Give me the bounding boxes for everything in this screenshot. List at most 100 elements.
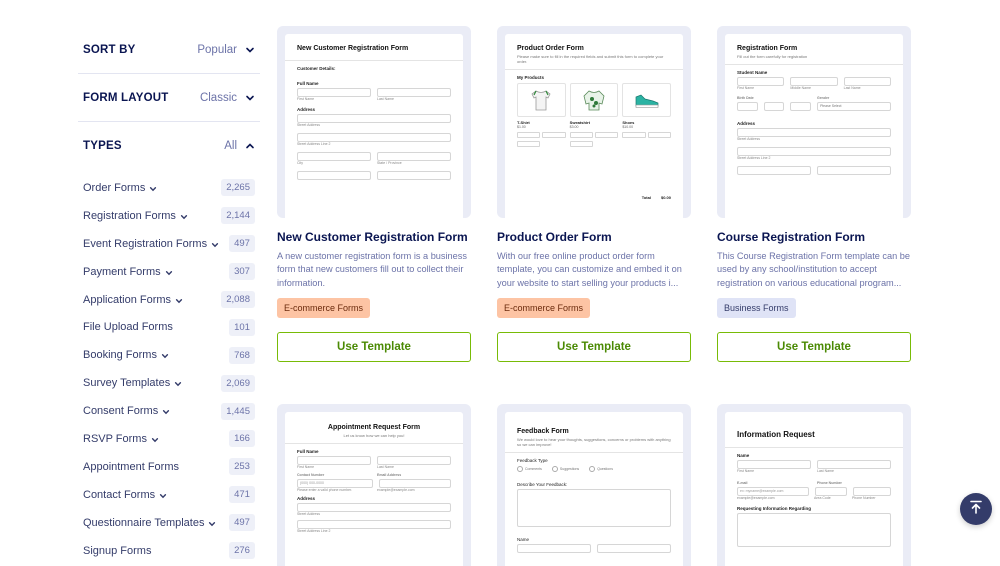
- type-filter-item[interactable]: Survey Templates 2,069: [78, 369, 260, 397]
- category-tag[interactable]: E-commerce Forms: [497, 298, 591, 318]
- shoe-image: [622, 83, 672, 117]
- preview-label: Full Name: [297, 449, 319, 454]
- preview-caption: First Name: [297, 465, 315, 469]
- chevron-down-icon[interactable]: [151, 435, 159, 443]
- template-preview[interactable]: Feedback Form We would love to hear your…: [497, 404, 691, 566]
- template-preview[interactable]: New Customer Registration Form Customer …: [277, 26, 471, 218]
- tshirt-image: [517, 83, 566, 117]
- chevron-down-icon[interactable]: [174, 379, 182, 387]
- card-title[interactable]: Product Order Form: [497, 230, 691, 244]
- type-filter-item[interactable]: Contact Forms 471: [78, 481, 260, 509]
- type-list: Order Forms 2,265 Registration Forms 2,144 E…: [78, 174, 260, 564]
- preview-captions: Street Address: [737, 137, 891, 141]
- preview-caption: First Name: [737, 469, 755, 473]
- template-preview[interactable]: Registration Form Fill out the form care…: [717, 26, 911, 218]
- template-preview[interactable]: Information Request Name First Name Last …: [717, 404, 911, 566]
- preview-caption: Area Code: [814, 496, 831, 500]
- type-filter-item[interactable]: Order Forms 2,265: [78, 174, 260, 202]
- preview-caption: First Name: [737, 86, 755, 90]
- chevron-down-icon[interactable]: [161, 351, 169, 359]
- type-filter-item[interactable]: Event Registration Forms 497: [78, 230, 260, 258]
- preview-caption: Last Name: [817, 469, 834, 473]
- type-filter-text: RSVP Forms: [83, 432, 147, 445]
- type-filter-item[interactable]: Application Forms 2,088: [78, 286, 260, 314]
- category-tag[interactable]: Business Forms: [717, 298, 796, 318]
- template-card[interactable]: Feedback Form We would love to hear your…: [497, 404, 691, 566]
- preview-label: Feedback Type: [517, 458, 548, 463]
- type-filter-item[interactable]: Questionnaire Templates 497: [78, 509, 260, 537]
- chevron-down-icon[interactable]: [165, 268, 173, 276]
- preview-captions: First Name Middle Name Last Name: [737, 86, 891, 90]
- preview-subtitle: Let us know how we can help you!: [343, 433, 405, 438]
- type-filter-text: Appointment Forms: [83, 460, 179, 473]
- type-filter-item[interactable]: Signup Forms 276: [78, 537, 260, 565]
- use-template-button[interactable]: Use Template: [277, 332, 471, 362]
- type-filter-item[interactable]: Registration Forms 2,144: [78, 202, 260, 230]
- type-filter-text: Questionnaire Templates: [83, 516, 205, 529]
- preview-divider: [285, 60, 463, 61]
- product-item: T-Shirt $1.00: [517, 83, 566, 147]
- form-preview-paper: Product Order Form Please make sure to f…: [505, 34, 683, 218]
- type-filter-item[interactable]: File Upload Forms 101: [78, 313, 260, 341]
- category-tag[interactable]: E-commerce Forms: [277, 298, 371, 318]
- type-count-badge: 768: [229, 346, 255, 364]
- type-filter-item[interactable]: Payment Forms 307: [78, 258, 260, 286]
- chevron-down-icon[interactable]: [149, 184, 157, 192]
- type-filter-text: Survey Templates: [83, 377, 171, 390]
- chevron-down-icon[interactable]: [175, 296, 183, 304]
- preview-label: Address: [297, 107, 316, 112]
- type-filter-item[interactable]: Appointment Forms 253: [78, 453, 260, 481]
- preview-caption: Last Name: [377, 465, 394, 469]
- preview-labels-row: E-mail Phone Number: [737, 481, 891, 485]
- type-count-badge: 471: [229, 486, 255, 504]
- chevron-down-icon[interactable]: [159, 491, 167, 499]
- preview-label: Phone Number: [817, 481, 842, 485]
- chevron-down-icon[interactable]: [245, 93, 255, 103]
- preview-title: Product Order Form: [517, 45, 584, 52]
- chevron-down-icon[interactable]: [211, 240, 219, 248]
- type-count-badge: 307: [229, 263, 255, 281]
- template-preview[interactable]: Product Order Form Please make sure to f…: [497, 26, 691, 218]
- type-filter-item[interactable]: Consent Forms 1,445: [78, 397, 260, 425]
- preview-field-row: [297, 171, 451, 180]
- type-filter-item[interactable]: Booking Forms 768: [78, 341, 260, 369]
- template-card[interactable]: Appointment Request Form Let us know how…: [277, 404, 471, 566]
- template-card[interactable]: New Customer Registration Form Customer …: [277, 26, 471, 362]
- card-title[interactable]: Course Registration Form: [717, 230, 911, 244]
- type-filter-label: Survey Templates: [83, 377, 182, 389]
- preview-field-row: [297, 152, 451, 161]
- chevron-down-icon[interactable]: [208, 519, 216, 527]
- chevron-down-icon[interactable]: [180, 212, 188, 220]
- preview-subtitle: We would love to hear your thoughts, sug…: [517, 437, 671, 447]
- preview-field-row: [297, 456, 451, 465]
- chevron-up-icon[interactable]: [245, 141, 255, 151]
- template-card[interactable]: Registration Form Fill out the form care…: [717, 26, 911, 362]
- preview-captions: Please enter a valid phone number. exampl…: [297, 488, 451, 492]
- use-template-button[interactable]: Use Template: [717, 332, 911, 362]
- chevron-down-icon[interactable]: [245, 45, 255, 55]
- chevron-down-icon[interactable]: [162, 407, 170, 415]
- scroll-to-top-button[interactable]: [960, 493, 992, 525]
- preview-title: Registration Form: [737, 45, 798, 52]
- type-filter-text: Payment Forms: [83, 265, 161, 278]
- preview-caption: Middle Name: [790, 86, 811, 90]
- type-filter-text: Event Registration Forms: [83, 237, 208, 250]
- template-card[interactable]: Information Request Name First Name Last …: [717, 404, 911, 566]
- use-template-button[interactable]: Use Template: [497, 332, 691, 362]
- preview-field-row: [297, 503, 451, 512]
- card-title[interactable]: New Customer Registration Form: [277, 230, 471, 244]
- preview-field-row: [297, 133, 451, 142]
- template-card[interactable]: Product Order Form Please make sure to f…: [497, 26, 691, 362]
- filter-sidebar: SORT BY Popular FORM LAYOUT Classic TYPE…: [78, 26, 260, 564]
- type-filter-text: File Upload Forms: [83, 321, 173, 334]
- template-preview[interactable]: Appointment Request Form Let us know how…: [277, 404, 471, 566]
- type-filter-item[interactable]: RSVP Forms 166: [78, 425, 260, 453]
- form-layout-filter[interactable]: FORM LAYOUT Classic: [78, 74, 260, 122]
- sort-by-filter[interactable]: SORT BY Popular: [78, 26, 260, 74]
- total-label: Total: [641, 195, 651, 200]
- type-filter-label: Order Forms: [83, 182, 157, 194]
- preview-caption: Street Address: [297, 512, 320, 516]
- type-count-badge: 497: [229, 514, 255, 532]
- feedback-textarea: [517, 489, 671, 527]
- types-filter[interactable]: TYPES All: [78, 122, 260, 170]
